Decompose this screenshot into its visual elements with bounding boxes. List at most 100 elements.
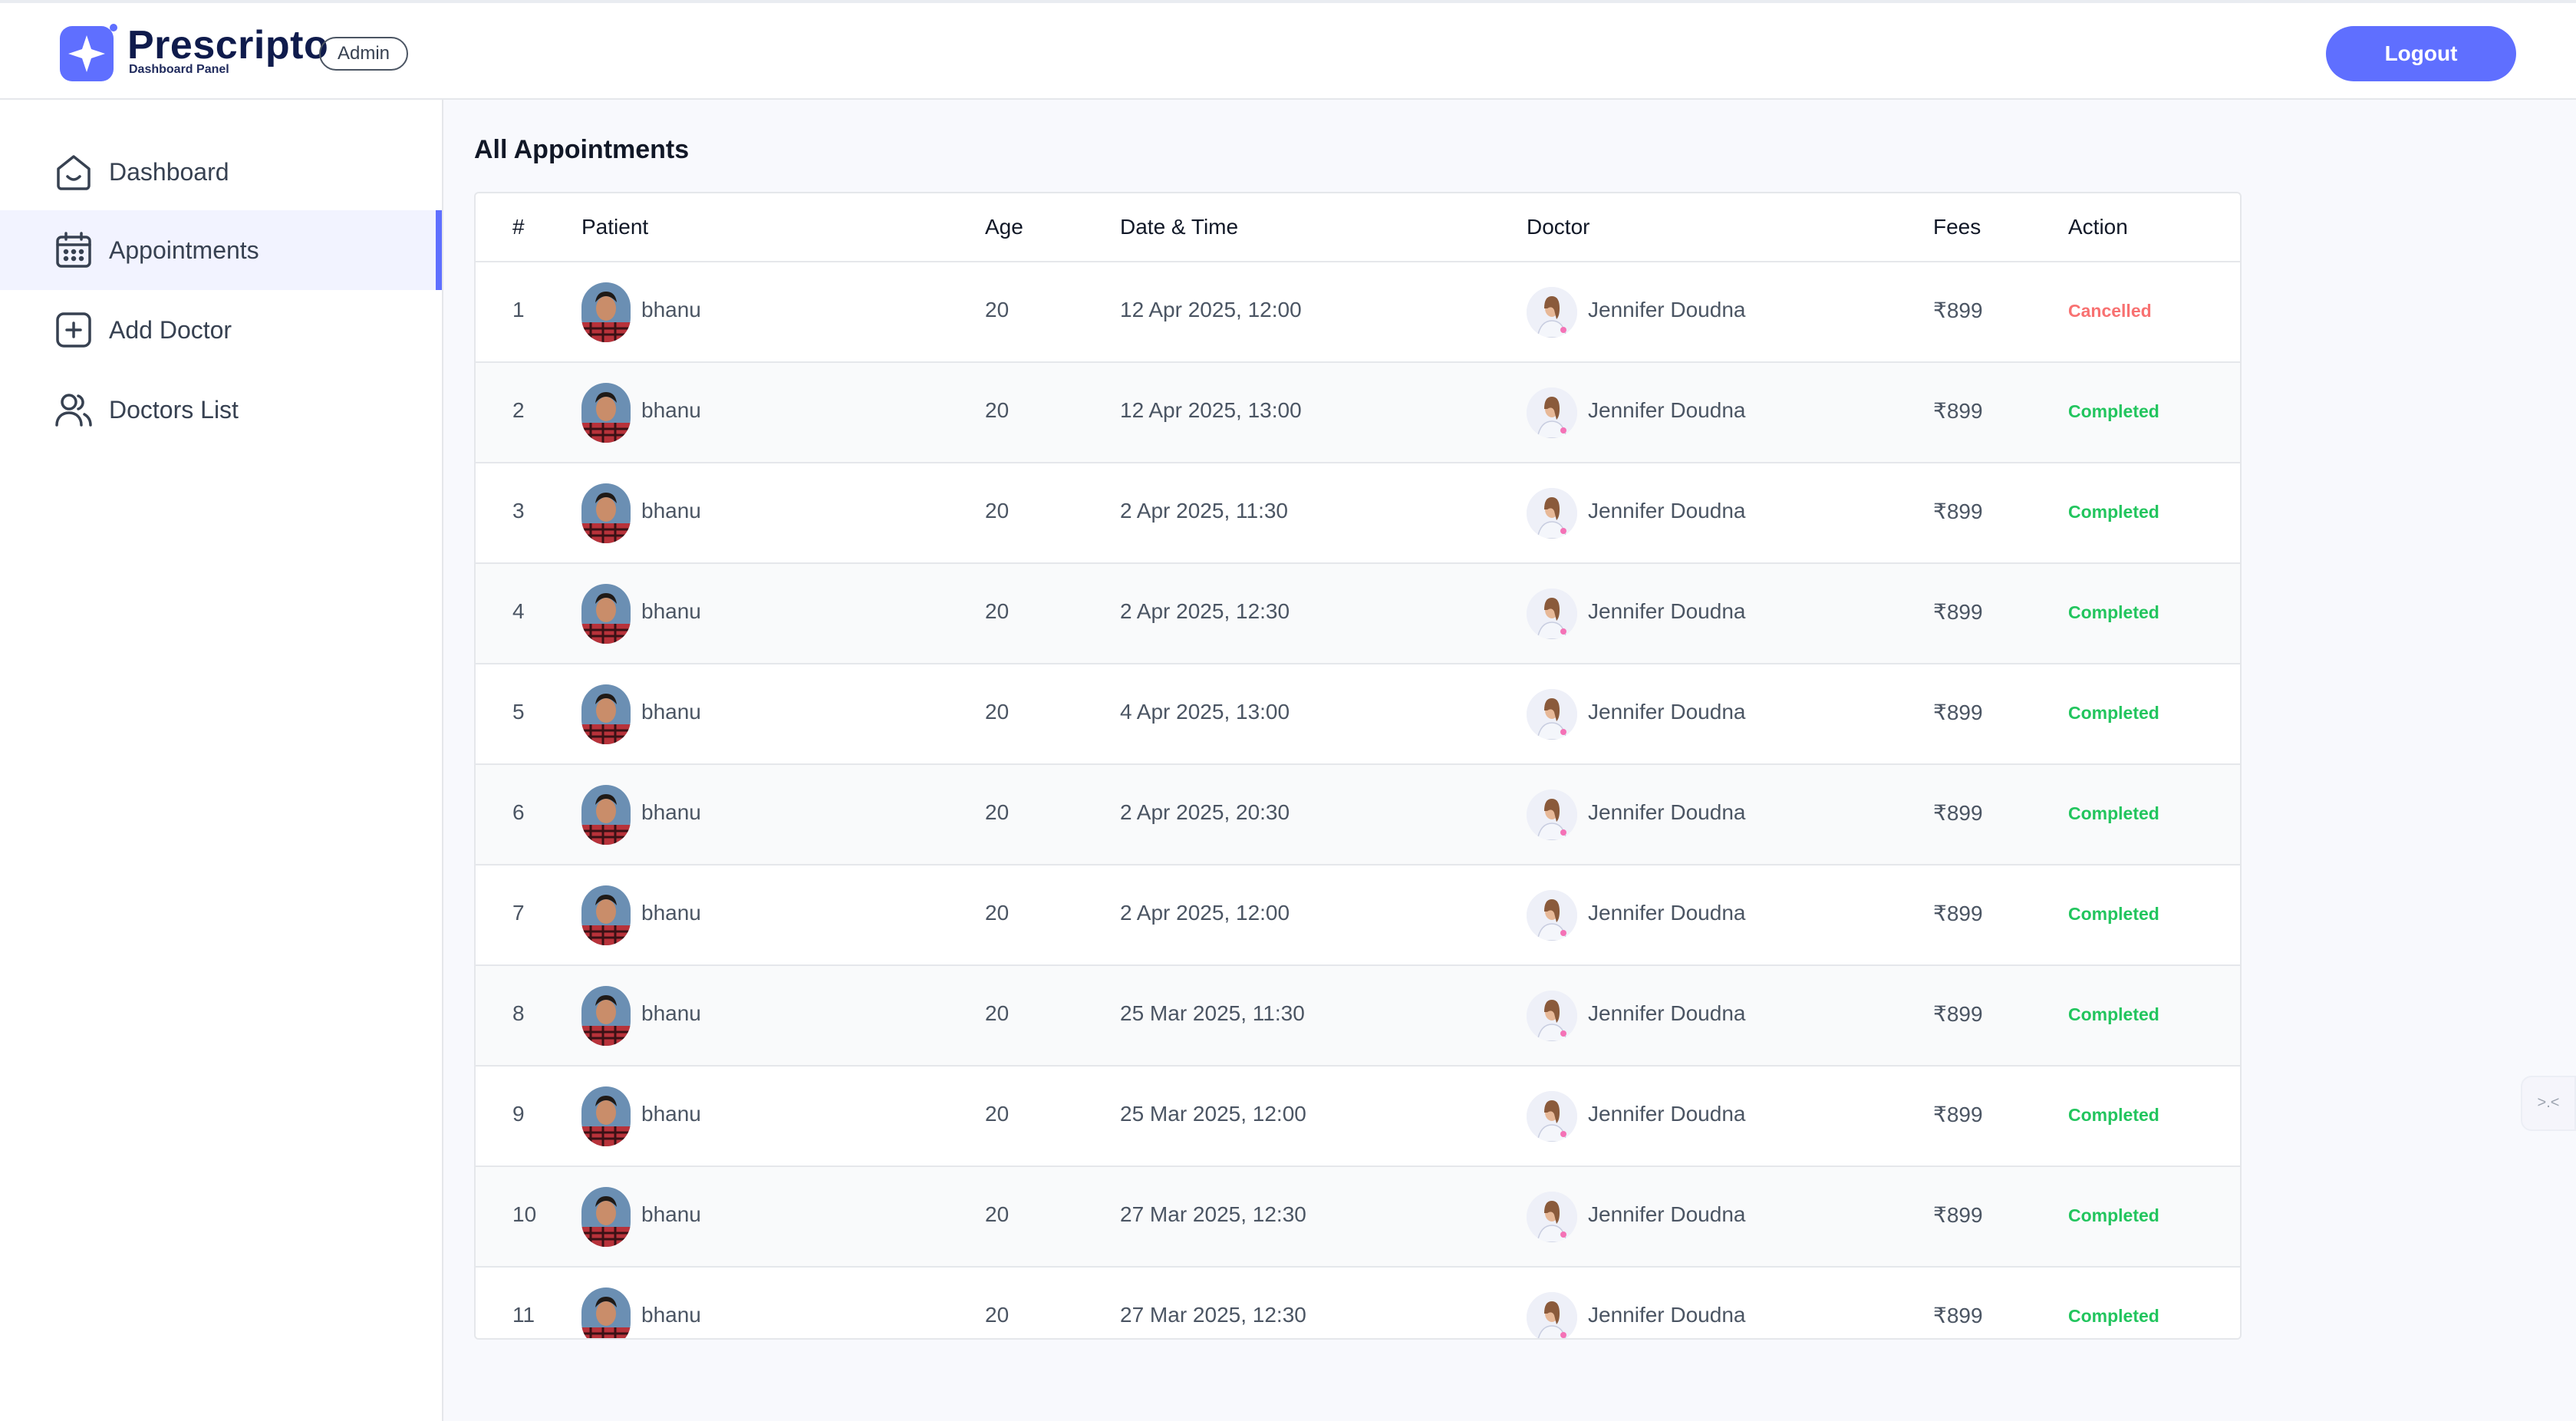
appointments-table[interactable]: # Patient Age Date & Time Doctor Fees Ac… — [474, 192, 2242, 1340]
appointment-datetime: 12 Apr 2025, 13:00 — [1120, 398, 1302, 422]
appointment-fees: ₹899 — [1933, 701, 1983, 724]
appointment-datetime: 25 Mar 2025, 11:30 — [1120, 1001, 1305, 1025]
patient-age: 20 — [985, 1202, 1010, 1226]
appointment-fees: ₹899 — [1933, 1203, 1983, 1227]
patient-age: 20 — [985, 901, 1010, 925]
status-cancelled: Cancelled — [2068, 301, 2152, 321]
table-row[interactable]: 1 bhanu 20 12 Apr 2025, 12:00 Jennifer Doudn… — [476, 262, 2240, 363]
row-number: 10 — [512, 1202, 537, 1226]
appointment-fees: ₹899 — [1933, 600, 1983, 624]
doctor-name: Jennifer Doudna — [1588, 700, 1746, 724]
status-completed: Completed — [2068, 602, 2159, 622]
patient-name: bhanu — [641, 298, 701, 321]
sidebar-item-add-doctor[interactable]: Add Doctor — [0, 290, 442, 370]
sidebar: Dashboard Appointments Add Doctor Doctor… — [0, 100, 443, 1421]
appointment-fees: ₹899 — [1933, 298, 1983, 322]
doctor-avatar — [1527, 387, 1577, 438]
sidebar-item-label: Dashboard — [109, 157, 229, 186]
patient-name: bhanu — [641, 599, 701, 623]
patient-age: 20 — [985, 1303, 1010, 1327]
patient-avatar — [581, 1187, 631, 1247]
status-completed: Completed — [2068, 703, 2159, 723]
appointment-datetime: 2 Apr 2025, 11:30 — [1120, 499, 1288, 523]
appointment-fees: ₹899 — [1933, 1103, 1983, 1126]
doctor-name: Jennifer Doudna — [1588, 1303, 1746, 1327]
doctor-name: Jennifer Doudna — [1588, 1001, 1746, 1025]
doctor-name: Jennifer Doudna — [1588, 499, 1746, 523]
patient-age: 20 — [985, 1102, 1010, 1126]
main-content: All Appointments # Patient Age Date & Ti… — [443, 100, 2576, 1421]
patient-avatar — [581, 1287, 631, 1338]
patient-name: bhanu — [641, 700, 701, 724]
doctor-name: Jennifer Doudna — [1588, 599, 1746, 623]
row-number: 11 — [512, 1303, 535, 1327]
doctor-name: Jennifer Doudna — [1588, 398, 1746, 422]
table-row[interactable]: 4 bhanu 20 2 Apr 2025, 12:30 Jennifer Doudna… — [476, 564, 2240, 664]
status-completed: Completed — [2068, 1004, 2159, 1024]
page-title: All Appointments — [474, 135, 690, 164]
column-header-age: Age — [985, 215, 1023, 239]
status-completed: Completed — [2068, 1205, 2159, 1225]
doctor-name: Jennifer Doudna — [1588, 298, 1746, 321]
sidebar-item-label: Add Doctor — [109, 315, 232, 344]
doctor-name: Jennifer Doudna — [1588, 800, 1746, 824]
doctor-avatar — [1527, 991, 1577, 1041]
table-row[interactable]: 9 bhanu 20 25 Mar 2025, 12:00 Jennifer Doudn… — [476, 1067, 2240, 1167]
appointment-fees: ₹899 — [1933, 902, 1983, 925]
calendar-icon — [54, 230, 94, 270]
sidebar-item-appointments[interactable]: Appointments — [0, 210, 442, 290]
patient-age: 20 — [985, 298, 1010, 321]
table-row[interactable]: 7 bhanu 20 2 Apr 2025, 12:00 Jennifer Doudna… — [476, 865, 2240, 966]
role-badge: Admin — [319, 37, 409, 71]
column-header-number: # — [512, 215, 525, 239]
row-number: 1 — [512, 298, 525, 321]
row-number: 4 — [512, 599, 525, 623]
patient-age: 20 — [985, 1001, 1010, 1025]
table-row[interactable]: 11 bhanu 20 27 Mar 2025, 12:30 Jennifer Doud… — [476, 1268, 2240, 1338]
appointment-fees: ₹899 — [1933, 1304, 1983, 1327]
table-row[interactable]: 2 bhanu 20 12 Apr 2025, 13:00 Jennifer Doudn… — [476, 363, 2240, 463]
patient-avatar — [581, 785, 631, 845]
status-completed: Completed — [2068, 502, 2159, 522]
table-row[interactable]: 5 bhanu 20 4 Apr 2025, 13:00 Jennifer Doudna… — [476, 664, 2240, 765]
doctor-avatar — [1527, 790, 1577, 840]
patient-age: 20 — [985, 499, 1010, 523]
assistant-widget-icon[interactable]: >.< — [2521, 1076, 2576, 1131]
status-completed: Completed — [2068, 401, 2159, 421]
patient-avatar — [581, 684, 631, 744]
doctor-name: Jennifer Doudna — [1588, 1202, 1746, 1226]
top-bar: Prescripto Dashboard Panel Admin Logout — [0, 0, 2576, 100]
row-number: 8 — [512, 1001, 525, 1025]
patient-avatar — [581, 1086, 631, 1146]
row-number: 6 — [512, 800, 525, 824]
sidebar-item-label: Appointments — [109, 236, 259, 264]
sidebar-item-label: Doctors List — [109, 395, 239, 424]
appointment-datetime: 27 Mar 2025, 12:30 — [1120, 1202, 1306, 1226]
table-row[interactable]: 10 bhanu 20 27 Mar 2025, 12:30 Jennifer Doud… — [476, 1167, 2240, 1268]
patient-avatar — [581, 986, 631, 1046]
add-square-icon — [54, 310, 94, 350]
sidebar-item-doctors-list[interactable]: Doctors List — [0, 370, 442, 450]
patient-avatar — [581, 282, 631, 342]
column-header-patient: Patient — [581, 215, 649, 239]
table-row[interactable]: 6 bhanu 20 2 Apr 2025, 20:30 Jennifer Doudna… — [476, 765, 2240, 865]
appointment-datetime: 2 Apr 2025, 12:00 — [1120, 901, 1290, 925]
table-row[interactable]: 8 bhanu 20 25 Mar 2025, 11:30 Jennifer Doudn… — [476, 966, 2240, 1067]
logout-button[interactable]: Logout — [2326, 26, 2516, 81]
appointment-datetime: 2 Apr 2025, 12:30 — [1120, 599, 1290, 623]
prescripto-logo-icon — [57, 23, 118, 84]
patient-name: bhanu — [641, 1202, 701, 1226]
row-number: 3 — [512, 499, 525, 523]
appointment-datetime: 27 Mar 2025, 12:30 — [1120, 1303, 1306, 1327]
table-row[interactable]: 3 bhanu 20 2 Apr 2025, 11:30 Jennifer Doudna… — [476, 463, 2240, 564]
row-number: 9 — [512, 1102, 525, 1126]
brand-name: Prescripto — [127, 23, 329, 68]
doctor-avatar — [1527, 1091, 1577, 1142]
brand[interactable]: Prescripto Dashboard Panel — [57, 23, 328, 84]
sidebar-item-dashboard[interactable]: Dashboard — [0, 132, 442, 212]
appointment-fees: ₹899 — [1933, 801, 1983, 825]
patient-name: bhanu — [641, 800, 701, 824]
appointment-datetime: 2 Apr 2025, 20:30 — [1120, 800, 1290, 824]
patient-avatar — [581, 383, 631, 443]
patient-name: bhanu — [641, 1001, 701, 1025]
